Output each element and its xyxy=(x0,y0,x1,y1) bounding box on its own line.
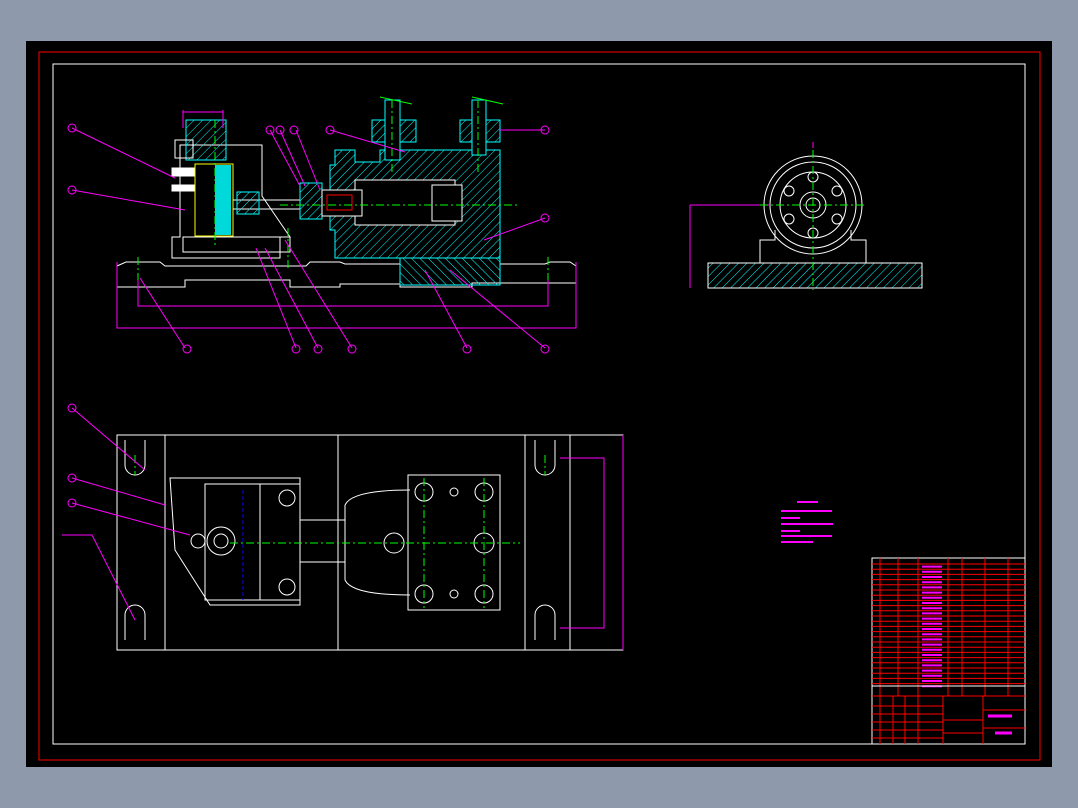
cad-drawing-canvas[interactable]: (function(){ var g=document.getElementBy… xyxy=(0,0,1078,808)
